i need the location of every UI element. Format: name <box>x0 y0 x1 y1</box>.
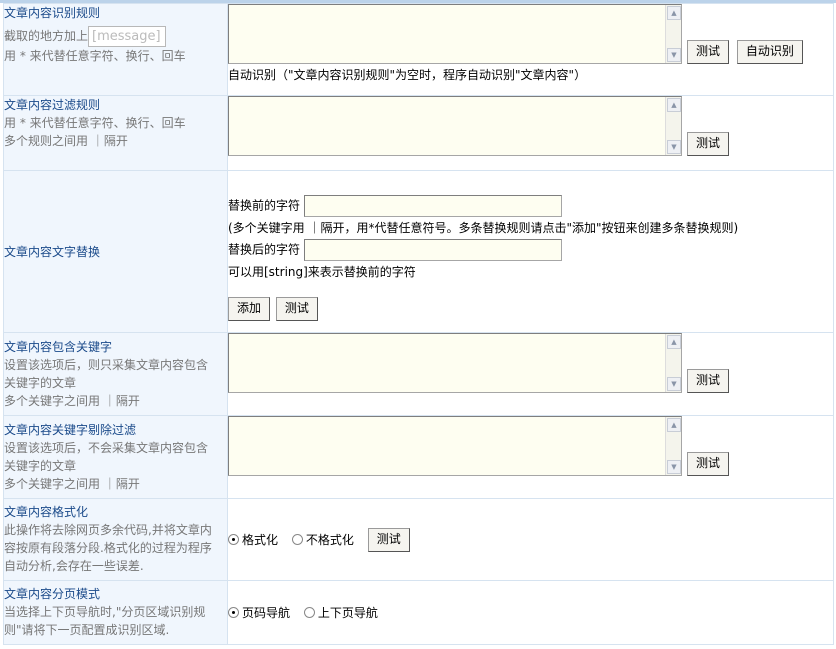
row-include-keywords: 文章内容包含关键字 设置该选项后，则只采集文章内容包含 关键字的文章 多个关键字… <box>3 332 834 416</box>
filter-test-button[interactable]: 测试 <box>687 132 730 156</box>
exclude-desc-3: 多个关键字之间用 ｜隔开 <box>4 477 140 491</box>
exclude-desc-1: 设置该选项后，不会采集文章内容包含 <box>4 441 209 455</box>
include-keywords-textarea[interactable]: ▲ ▼ <box>228 333 682 393</box>
recognition-rule-textarea[interactable]: ▲ ▼ <box>228 4 682 64</box>
replace-after-label: 替换后的字符 <box>228 242 301 257</box>
add-replace-rule-button[interactable]: 添加 <box>228 297 271 321</box>
prev-next-nav-radio[interactable] <box>303 607 315 618</box>
prev-next-nav-label: 上下页导航 <box>317 606 378 620</box>
scroll-down-icon[interactable]: ▼ <box>667 140 681 154</box>
replace-before-input[interactable] <box>303 195 562 217</box>
exclude-title: 文章内容关键字剔除过滤 <box>4 423 137 437</box>
scrollbar[interactable]: ▲ ▼ <box>665 334 681 392</box>
recognition-test-button[interactable]: 测试 <box>687 40 730 64</box>
filter-title: 文章内容过滤规则 <box>4 98 101 112</box>
format-radio[interactable] <box>228 534 239 545</box>
include-test-button[interactable]: 测试 <box>687 369 730 393</box>
label-cell: 文章内容关键字剔除过滤 设置该选项后，不会采集文章内容包含 关键字的文章 多个关… <box>3 415 228 499</box>
replace-after-hint: 可以用[string]来表示替换前的字符 <box>228 265 416 279</box>
exclude-keywords-textarea[interactable]: ▲ ▼ <box>228 416 682 476</box>
scroll-down-icon[interactable]: ▼ <box>667 48 681 62</box>
field-cell: 替换前的字符 (多个关键字用 ｜隔开，用*代替任意符号。多条替换规则请点击"添加… <box>227 170 834 333</box>
field-cell: 格式化 不格式化 测试 <box>227 498 834 581</box>
row-recognition-rule: 文章内容识别规则 截取的地方加上 [message] 用 * 来代替任意字符、换行… <box>3 3 834 96</box>
no-format-radio[interactable] <box>291 534 303 545</box>
format-desc-1: 此操作将去除网页多余代码,并将文章内 <box>4 523 212 537</box>
include-desc-2: 关键字的文章 <box>4 376 77 390</box>
settings-form: 文章内容识别规则 截取的地方加上 [message] 用 * 来代替任意字符、换行… <box>3 3 834 645</box>
scroll-down-icon[interactable]: ▼ <box>667 377 681 391</box>
recognition-prefix-row: 截取的地方加上 [message] <box>4 26 227 47</box>
row-filter-rule: 文章内容过滤规则 用 * 来代替任意字符、换行、回车 多个规则之间用 ｜隔开 ▲… <box>3 95 834 171</box>
replace-before-row: 替换前的字符 <box>228 195 833 217</box>
auto-recognize-note: 自动识别（"文章内容识别规则"为空时，程序自动识别"文章内容"） <box>228 68 587 82</box>
page-number-nav-radio[interactable] <box>228 607 239 618</box>
label-cell: 文章内容文字替换 <box>3 170 228 333</box>
paging-desc-2: 则"请将下一页配置成识别区域. <box>4 623 170 637</box>
field-cell: ▲ ▼ 测试 <box>227 415 834 499</box>
scrollbar[interactable]: ▲ ▼ <box>665 97 681 155</box>
format-desc-2: 容按原有段落分段.格式化的过程为程序 <box>4 541 212 555</box>
exclude-desc-2: 关键字的文章 <box>4 459 77 473</box>
replace-after-row: 替换后的字符 <box>228 239 833 261</box>
row-text-replace: 文章内容文字替换 替换前的字符 (多个关键字用 ｜隔开，用*代替任意符号。多条替… <box>3 170 834 333</box>
scroll-up-icon[interactable]: ▲ <box>667 418 681 432</box>
filter-desc-2: 多个规则之间用 ｜隔开 <box>4 134 128 148</box>
exclude-test-button[interactable]: 测试 <box>687 452 730 476</box>
include-title: 文章内容包含关键字 <box>4 340 113 354</box>
replace-title: 文章内容文字替换 <box>4 244 101 259</box>
scroll-up-icon[interactable]: ▲ <box>667 335 681 349</box>
format-test-button[interactable]: 测试 <box>367 527 410 552</box>
replace-hint: (多个关键字用 ｜隔开，用*代替任意符号。多条替换规则请点击"添加"按钮来创建多… <box>228 221 739 235</box>
format-desc-3: 自动分析,会存在一些误差. <box>4 559 144 573</box>
filter-rule-textarea[interactable]: ▲ ▼ <box>228 96 682 156</box>
format-title: 文章内容格式化 <box>4 505 89 519</box>
row-exclude-keywords: 文章内容关键字剔除过滤 设置该选项后，不会采集文章内容包含 关键字的文章 多个关… <box>3 415 834 499</box>
scrollbar[interactable]: ▲ ▼ <box>665 417 681 475</box>
row-paging-mode: 文章内容分页模式 当选择上下页导航时,"分页区域识别规 则"请将下一页配置成识别… <box>3 580 834 645</box>
field-cell: ▲ ▼ 测试 <box>227 332 834 416</box>
message-placeholder-field[interactable]: [message] <box>88 26 167 47</box>
scroll-up-icon[interactable]: ▲ <box>667 6 681 20</box>
scrollbar[interactable]: ▲ ▼ <box>665 5 681 63</box>
scroll-down-icon[interactable]: ▼ <box>667 460 681 474</box>
include-desc-3: 多个关键字之间用 ｜隔开 <box>4 394 140 408</box>
field-cell: 页码导航 上下页导航 <box>227 580 834 645</box>
recognition-prefix-label: 截取的地方加上 <box>4 29 89 43</box>
auto-recognize-button[interactable]: 自动识别 <box>736 40 803 64</box>
recognition-desc: 用 * 来代替任意字符、换行、回车 <box>4 49 186 63</box>
no-format-radio-label: 不格式化 <box>305 533 354 547</box>
include-desc-1: 设置该选项后，则只采集文章内容包含 <box>4 358 209 372</box>
page-number-nav-label: 页码导航 <box>242 606 291 620</box>
field-cell: ▲ ▼ 测试 <box>227 95 834 171</box>
label-cell: 文章内容过滤规则 用 * 来代替任意字符、换行、回车 多个规则之间用 ｜隔开 <box>3 95 228 171</box>
label-cell: 文章内容分页模式 当选择上下页导航时,"分页区域识别规 则"请将下一页配置成识别… <box>3 580 228 645</box>
format-radio-label: 格式化 <box>242 533 279 547</box>
row-format: 文章内容格式化 此操作将去除网页多余代码,并将文章内 容按原有段落分段.格式化的… <box>3 498 834 581</box>
label-cell: 文章内容识别规则 截取的地方加上 [message] 用 * 来代替任意字符、换行… <box>3 3 228 96</box>
paging-desc-1: 当选择上下页导航时,"分页区域识别规 <box>4 605 206 619</box>
replace-test-button[interactable]: 测试 <box>275 297 318 321</box>
scroll-up-icon[interactable]: ▲ <box>667 98 681 112</box>
filter-desc-1: 用 * 来代替任意字符、换行、回车 <box>4 116 186 130</box>
replace-before-label: 替换前的字符 <box>228 198 301 213</box>
replace-after-input[interactable] <box>303 239 562 261</box>
recognition-title: 文章内容识别规则 <box>4 6 101 20</box>
paging-title: 文章内容分页模式 <box>4 587 101 601</box>
label-cell: 文章内容包含关键字 设置该选项后，则只采集文章内容包含 关键字的文章 多个关键字… <box>3 332 228 416</box>
field-cell: ▲ ▼ 测试 自动识别 自动识别（"文章内容识别规则"为空时，程序自动识别"文章… <box>227 3 834 96</box>
label-cell: 文章内容格式化 此操作将去除网页多余代码,并将文章内 容按原有段落分段.格式化的… <box>3 498 228 581</box>
